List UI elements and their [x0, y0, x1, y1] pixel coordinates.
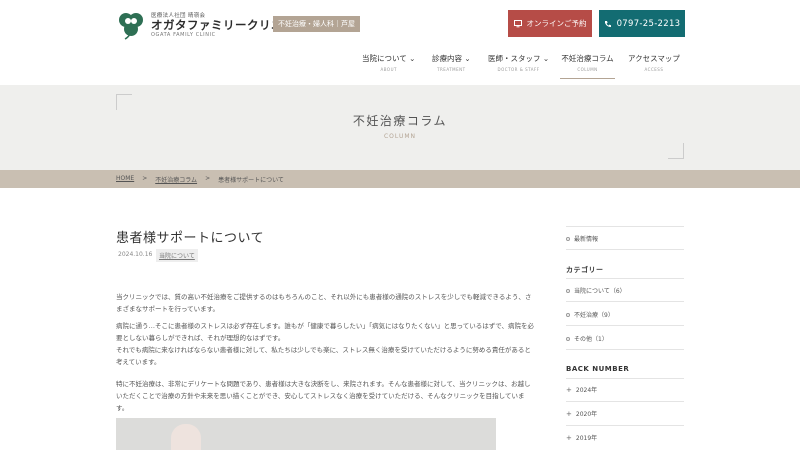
nav-treatment-label: 診療内容: [432, 54, 462, 63]
online-reservation-button[interactable]: オンラインご予約: [508, 10, 592, 37]
logo-badge: 不妊治療・婦人科｜芦屋: [273, 16, 360, 32]
post-date: 2024.10.16: [118, 251, 153, 258]
sidebar-category-infertility[interactable]: 不妊治療（9）: [566, 310, 684, 319]
sidebar-category-label: その他（1）: [574, 336, 608, 343]
chevron-down-icon: ⌄: [464, 54, 471, 63]
sidebar-backnumber-heading: BACK NUMBER: [566, 365, 630, 373]
nav-access-label: アクセスマップ: [628, 54, 680, 63]
phone-number: 0797-25-2213: [616, 18, 681, 29]
post-category-tag[interactable]: 当院について: [156, 249, 198, 262]
nav-treatment[interactable]: 診療内容 ⌄ TREATMENT: [432, 53, 471, 72]
breadcrumb-column[interactable]: 不妊治療コラム: [155, 175, 197, 184]
breadcrumb: HOME > 不妊治療コラム > 患者様サポートについて: [116, 175, 284, 184]
divider: [566, 401, 684, 402]
nav-column[interactable]: 不妊治療コラム COLUMN: [560, 53, 615, 72]
nav-about-en: ABOUT: [380, 67, 397, 72]
monitor-icon: [513, 19, 522, 27]
divider: [566, 378, 684, 379]
sidebar-year-label: 2024年: [575, 387, 598, 394]
sidebar-category-label: 不妊治療（9）: [574, 312, 614, 319]
breadcrumb-current: 患者様サポートについて: [218, 177, 284, 184]
sidebar-category-label: 当院について（6）: [574, 288, 626, 295]
post-paragraph: 当クリニックでは、質の高い不妊治療をご提供するのはもちろんのこと、それ以外にも患…: [116, 293, 532, 313]
sidebar-category-about[interactable]: 当院について（6）: [566, 286, 684, 295]
nav-active-indicator: [560, 78, 615, 79]
circle-bullet-icon: [566, 336, 570, 341]
nav-about-label: 当院について: [362, 54, 407, 63]
plus-icon: +: [566, 385, 572, 394]
nav-access-en: ACCESS: [644, 67, 664, 72]
circle-bullet-icon: [566, 312, 570, 317]
nav-doctor-staff-en: DOCTOR & STAFF: [497, 67, 540, 72]
nav-about[interactable]: 当院について ⌄ ABOUT: [362, 53, 415, 72]
post-paragraph: それでも病院に来なければならない患者様に対して、私たちは少しでも楽に、ストレス無…: [116, 346, 531, 366]
divider: [566, 349, 684, 350]
clover-logo-icon[interactable]: [116, 10, 146, 40]
sidebar-year-2019[interactable]: + 2019年: [566, 433, 684, 443]
logo-english-name: OGATA FAMILY CLINIC: [151, 32, 216, 38]
sidebar-latest[interactable]: 最新情報: [566, 234, 684, 243]
plus-icon: +: [566, 433, 572, 442]
breadcrumb-separator: >: [205, 175, 211, 182]
post-title: 患者様サポートについて: [116, 231, 265, 246]
chevron-down-icon: ⌄: [409, 54, 416, 63]
nav-access[interactable]: アクセスマップ ACCESS: [628, 53, 680, 72]
divider: [566, 325, 684, 326]
divider: [566, 278, 684, 279]
sidebar-year-2020[interactable]: + 2020年: [566, 409, 684, 419]
breadcrumb-home[interactable]: HOME: [116, 175, 134, 184]
divider: [566, 301, 684, 302]
divider: [566, 425, 684, 426]
page-subtitle: COLUMN: [383, 133, 416, 140]
circle-bullet-icon: [566, 288, 570, 293]
post-paragraph: 特に不妊治療は、非常にデリケートな問題であり、患者様は大きな決断をし、来院されま…: [116, 380, 531, 412]
chevron-down-icon: ⌄: [542, 54, 550, 63]
divider: [566, 226, 684, 227]
post-image: [116, 418, 496, 450]
divider: [566, 249, 684, 250]
online-reservation-label: オンラインご予約: [526, 19, 587, 28]
breadcrumb-separator: >: [142, 175, 148, 182]
nav-treatment-en: TREATMENT: [437, 67, 466, 72]
plus-icon: +: [566, 409, 572, 418]
sidebar-year-label: 2020年: [575, 411, 598, 418]
nav-doctor-staff-label: 医師・スタッフ: [488, 54, 541, 63]
page-title: 不妊治療コラム: [352, 114, 448, 128]
sidebar-latest-label: 最新情報: [574, 236, 599, 243]
circle-bullet-icon: [566, 236, 570, 241]
nav-column-en: COLUMN: [577, 67, 598, 72]
banner-corner-decoration: [668, 143, 684, 159]
phone-button[interactable]: 0797-25-2213: [599, 10, 685, 37]
nav-column-label: 不妊治療コラム: [561, 54, 614, 63]
phone-icon: [604, 20, 611, 27]
sidebar-category-heading: カテゴリー: [566, 266, 604, 274]
sidebar-category-other[interactable]: その他（1）: [566, 334, 684, 343]
sidebar-year-label: 2019年: [575, 435, 598, 442]
sidebar-year-2024[interactable]: + 2024年: [566, 385, 684, 395]
nav-doctor-staff[interactable]: 医師・スタッフ ⌄ DOCTOR & STAFF: [488, 53, 549, 72]
post-paragraph: 病院に通う…そこに患者様のストレスは必ず存在します。誰もが「健康で暮らしたい」「…: [116, 322, 535, 342]
hand-photo-detail: [171, 424, 201, 450]
banner-corner-decoration: [116, 94, 132, 110]
